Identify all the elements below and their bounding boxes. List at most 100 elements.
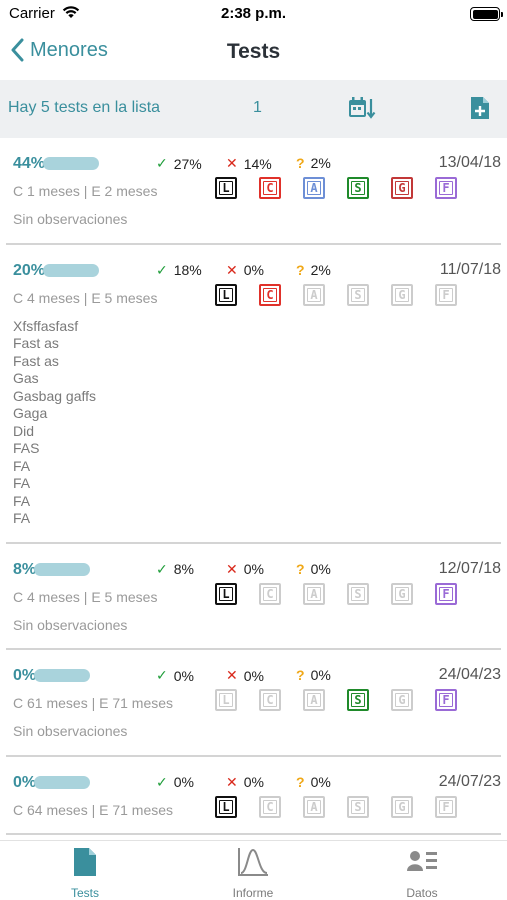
area-letter-f: F: [435, 795, 457, 818]
correct-percent: 8%: [173, 561, 194, 577]
area-letter-a: A: [303, 582, 325, 605]
test-date: 11/07/18: [439, 260, 501, 278]
note-line: Xfsffasfasf: [13, 317, 79, 334]
area-letter-l: L: [215, 582, 237, 605]
area-letters: LCASGF: [215, 283, 479, 306]
age-info: C 64 meses | E 71 meses: [13, 801, 174, 818]
unknown-stat: ? 2%: [296, 262, 331, 278]
incorrect-percent: 0%: [243, 667, 264, 684]
incorrect-stat: ✕ 0%: [226, 262, 264, 279]
age-info: C 61 meses | E 71 meses: [13, 695, 174, 711]
correct-stat: ✓ 18%: [156, 262, 202, 279]
test-date: 12/07/18: [438, 559, 501, 577]
area-letter-g: G: [391, 283, 413, 306]
test-summary-row: 20% ✓ 18% ✕ 0% ? 2% 11/07/18: [6, 245, 501, 281]
tab-bar: Tests Informe Datos: [0, 840, 507, 900]
note-line: FA: [13, 492, 31, 509]
unknown-percent: 0%: [310, 560, 331, 577]
clock-label: 2:38 p.m.: [220, 5, 287, 22]
question-icon: ?: [296, 155, 305, 171]
incorrect-percent: 0%: [243, 561, 264, 577]
tab-datos[interactable]: Datos: [372, 847, 472, 900]
note-line: Fast as: [13, 335, 59, 351]
new-document-icon: [471, 97, 489, 119]
completion-percent: 44%: [13, 155, 46, 172]
check-icon: ✓: [156, 261, 168, 278]
incorrect-stat: ✕ 0%: [226, 561, 264, 578]
area-letter-a: A: [303, 283, 325, 306]
test-list-item[interactable]: 0% ✓ 0% ✕ 0%? 0% 24/07/23 C 64 meses | E 71 mes…: [6, 757, 501, 835]
area-letter-c: C: [259, 582, 281, 605]
age-info: C 4 meses | E 5 meses: [13, 588, 158, 605]
note-line: Did: [13, 422, 35, 439]
cross-icon: ✕: [226, 560, 238, 577]
test-date: 24/07/23: [438, 772, 501, 790]
question-icon: ?: [296, 560, 305, 577]
unknown-stat: ? 0%: [296, 774, 331, 790]
test-list-item[interactable]: 8% ✓ 8% ✕ 0%? 0% 12/07/18 C 4 meses | E 5 meses…: [6, 544, 501, 650]
area-letter-c: C: [259, 177, 281, 199]
area-letter-f: F: [435, 582, 457, 605]
test-detail-row: C 64 meses | E 71 meses L C A S G F: [6, 793, 501, 827]
correct-stat: ✓ 0%: [156, 774, 194, 791]
test-summary-row: 8% ✓ 8% ✕ 0%? 0% 12/07/18: [6, 544, 501, 580]
completion-percent: 20%: [13, 261, 46, 279]
note-line: Fast as: [13, 352, 59, 369]
tab-label-informe: Informe: [232, 886, 274, 900]
correct-percent: 18%: [173, 262, 202, 278]
correct-stat: ✓ 27%: [156, 155, 202, 172]
test-list-item[interactable]: 0% ✓ 0% ✕ 0%? 0% 24/04/23 C 61 meses | E 71 mes…: [6, 650, 501, 757]
test-list-item[interactable]: 20% ✓ 18% ✕ 0% ? 2% 11/07/18 C 4 meses | E 5 mes…: [6, 245, 501, 544]
unknown-stat: ? 2%: [296, 155, 331, 171]
area-letters: LCASGF: [215, 689, 479, 711]
note-line: Gas: [13, 370, 39, 386]
area-letter-g: G: [391, 689, 413, 711]
test-list-item[interactable]: 44% ✓ 27% ✕ 14%? 2% 13/04/18 C 1 meses | E 2 me…: [6, 138, 501, 245]
test-summary-row: 0% ✓ 0% ✕ 0%? 0% 24/07/23: [6, 757, 501, 793]
add-test-button[interactable]: [470, 96, 490, 125]
area-letter-f: F: [435, 177, 457, 199]
contact-card-icon: [407, 851, 437, 871]
document-icon: [74, 848, 96, 876]
note-line: Sin observaciones: [13, 211, 128, 227]
check-icon: ✓: [156, 155, 168, 171]
area-letter-s: S: [347, 283, 369, 306]
area-letters: LCASGF: [215, 582, 479, 605]
area-letter-l: L: [215, 283, 237, 306]
area-letter-f: F: [435, 283, 457, 306]
check-icon: ✓: [156, 667, 168, 683]
calendar-sort-icon: [349, 97, 376, 119]
note-line: Gaga: [13, 405, 48, 421]
note-line: Sin observaciones: [13, 723, 128, 739]
test-detail-row: C 61 meses | E 71 meses L C A S G F: [6, 686, 501, 720]
age-info: C 4 meses | E 5 meses: [13, 289, 158, 306]
incorrect-percent: 14%: [243, 155, 272, 172]
area-letter-g: G: [391, 582, 413, 605]
note-line: FA: [13, 510, 31, 526]
tab-tests[interactable]: Tests: [35, 847, 135, 900]
area-letter-s: S: [347, 795, 369, 818]
area-letter-s: S: [347, 177, 369, 199]
unknown-stat: ? 0%: [296, 667, 331, 683]
incorrect-stat: ✕ 0%: [226, 667, 264, 684]
unknown-stat: ? 0%: [296, 561, 331, 577]
test-notes: Sin observaciones: [6, 720, 501, 749]
completion-progress-bar: [34, 562, 91, 576]
page-number: 1: [253, 99, 262, 116]
area-letters: LCASGF: [215, 795, 479, 818]
list-toolbar: Hay 5 tests en la lista 1: [0, 80, 507, 138]
area-letter-a: A: [303, 689, 325, 711]
sort-by-date-button[interactable]: [348, 96, 376, 125]
completion-progress-bar: [34, 775, 91, 789]
test-list[interactable]: 44% ✓ 27% ✕ 14%? 2% 13/04/18 C 1 meses | E 2 me…: [0, 138, 507, 841]
battery-icon: [470, 7, 503, 21]
area-letter-a: A: [303, 795, 325, 818]
completion-progress-bar: [43, 263, 100, 277]
area-letters: LCASGF: [215, 177, 479, 199]
incorrect-stat: ✕ 14%: [226, 155, 272, 172]
status-bar: Carrier 2:38 p.m.: [0, 0, 507, 28]
tab-informe[interactable]: Informe: [203, 847, 303, 900]
question-icon: ?: [296, 261, 305, 278]
correct-stat: ✓ 8%: [156, 561, 194, 578]
test-detail-row: C 4 meses | E 5 meses L C A S G F: [6, 281, 501, 315]
